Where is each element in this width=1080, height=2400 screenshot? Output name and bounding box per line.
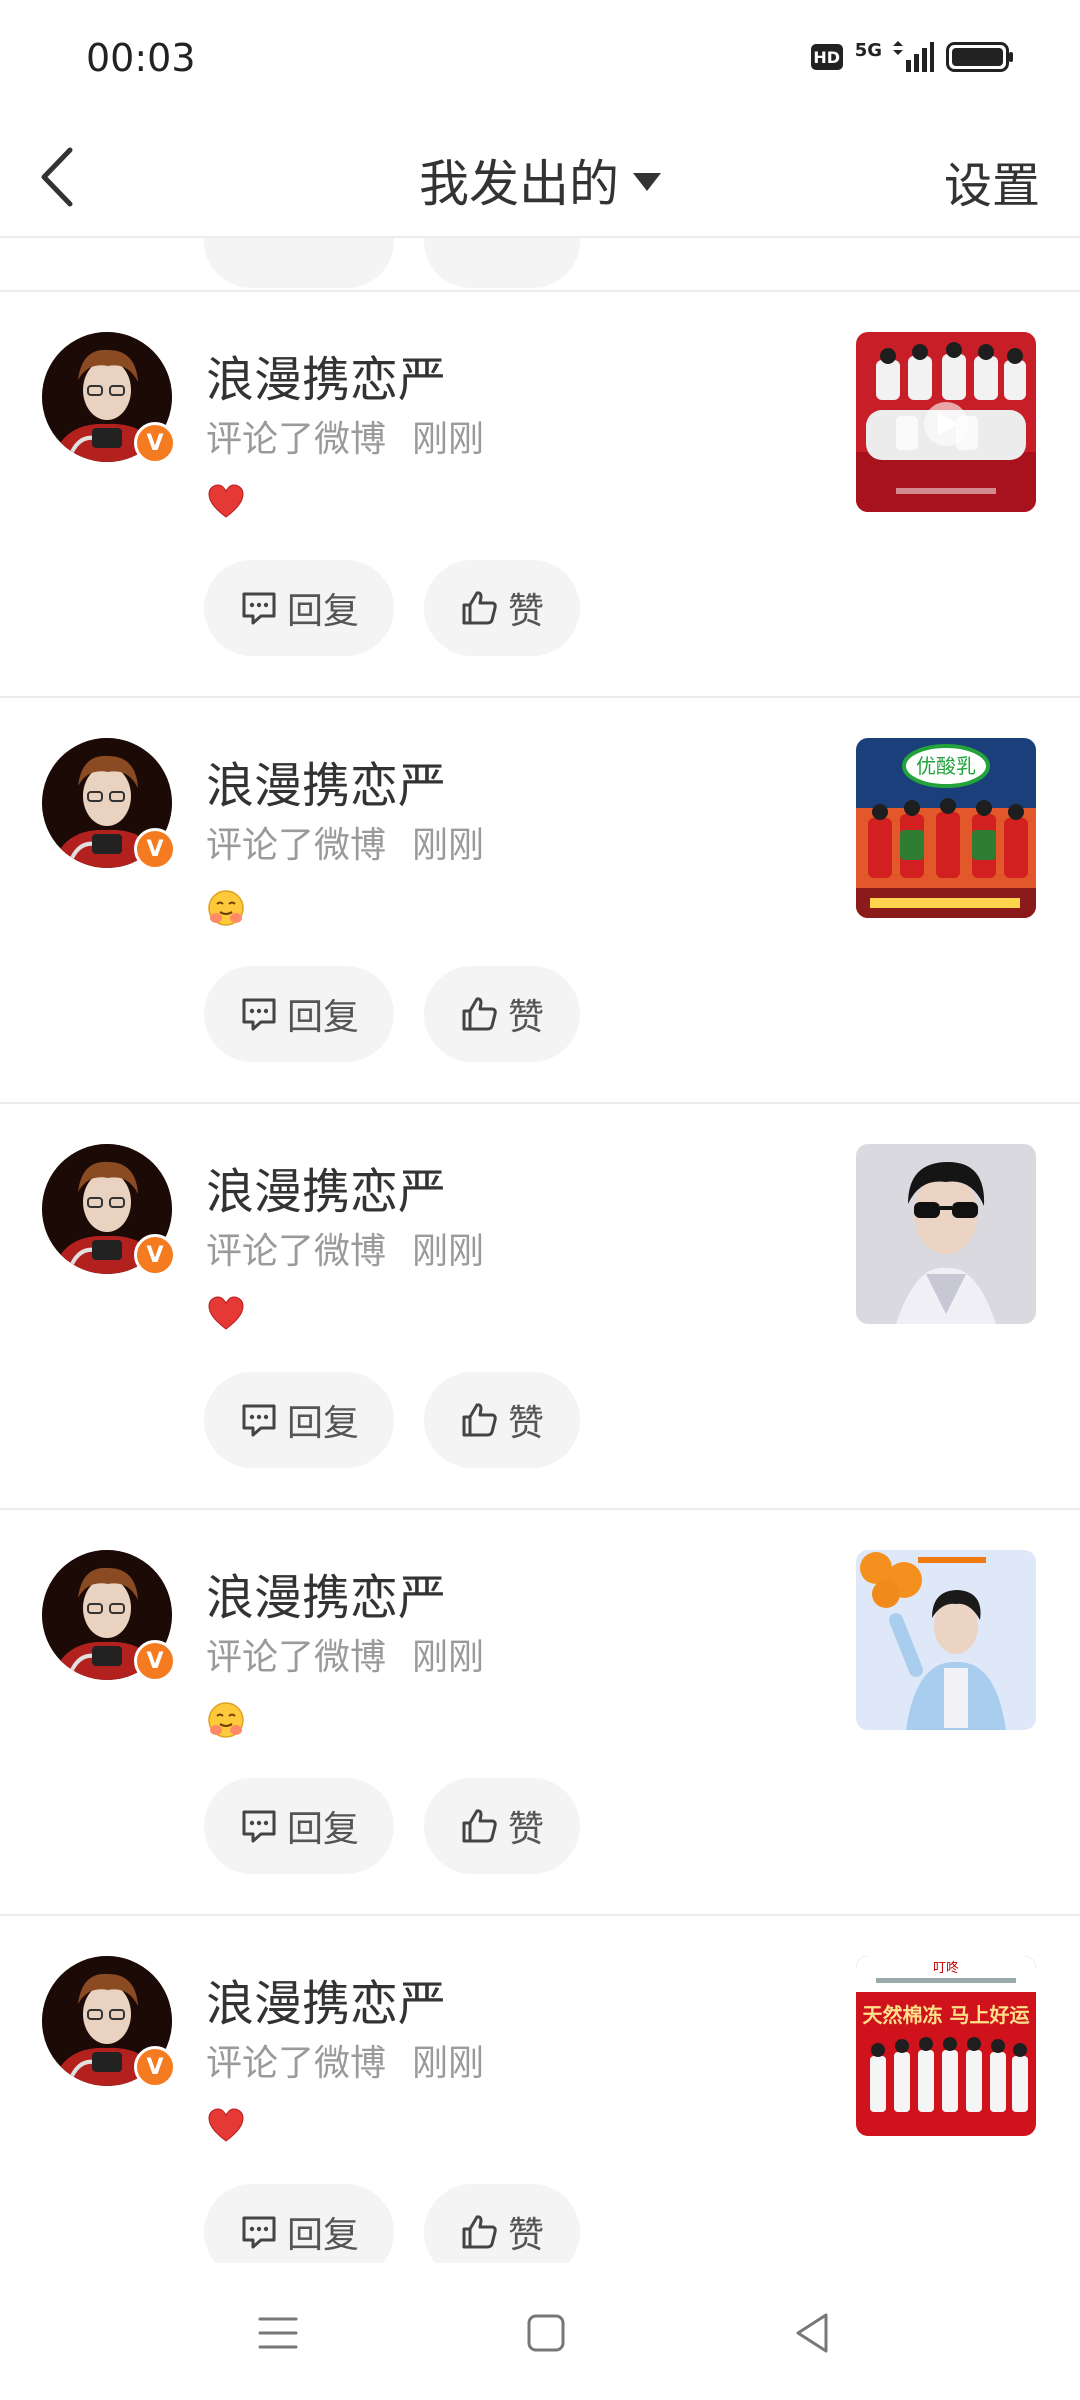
home-icon — [527, 2314, 565, 2352]
comment-bubble-icon — [239, 994, 279, 1034]
reply-label: 回复 — [286, 591, 359, 632]
like-label: 赞 — [507, 2215, 544, 2256]
like-button[interactable]: 赞 — [424, 560, 580, 656]
reply-button[interactable]: 回复 — [204, 2184, 394, 2263]
verified-badge-icon: V — [134, 2046, 176, 2088]
thumbs-up-icon — [460, 588, 500, 628]
list-item[interactable]: V 浪漫携恋严 评论了微博 刚刚 回复 赞 — [0, 1102, 1080, 1508]
username[interactable]: 浪漫携恋严 — [206, 1964, 446, 2034]
heart-icon — [206, 2106, 246, 2146]
item-meta: 评论了微博 刚刚 — [206, 816, 484, 868]
heart-icon — [206, 482, 246, 522]
timestamp: 刚刚 — [412, 825, 485, 866]
reply-button[interactable]: 回复 — [204, 1372, 394, 1468]
timestamp: 刚刚 — [412, 1231, 485, 1272]
settings-button[interactable]: 设置 — [944, 146, 1040, 216]
reply-button[interactable]: 回复 — [204, 560, 394, 656]
timestamp: 刚刚 — [412, 2043, 485, 2084]
action-text: 评论了微博 — [206, 419, 387, 460]
item-meta: 评论了微博 刚刚 — [206, 410, 484, 462]
item-meta: 评论了微博 刚刚 — [206, 1222, 484, 1274]
reply-label: 回复 — [286, 2215, 359, 2256]
list-item[interactable]: V 浪漫携恋严 评论了微博 刚刚 回复 赞 — [0, 1508, 1080, 1914]
system-back-button[interactable] — [784, 2303, 844, 2363]
username[interactable]: 浪漫携恋严 — [206, 1558, 446, 1628]
comment-bubble-icon — [239, 1400, 279, 1440]
status-icons: HD 5G — [810, 40, 1014, 74]
menu-button[interactable] — [248, 2303, 308, 2363]
network-5g-label: 5G — [854, 40, 882, 61]
comment-bubble-icon — [239, 1806, 279, 1846]
hugging-face-icon — [206, 888, 246, 928]
home-button[interactable] — [516, 2303, 576, 2363]
page-title: 我发出的 — [419, 155, 619, 213]
header: 我发出的 设置 — [0, 120, 1080, 238]
menu-icon — [258, 2317, 298, 2349]
list-item[interactable]: V 浪漫携恋严 评论了微博 刚刚 回复 赞 — [0, 1914, 1080, 2263]
like-label: 赞 — [507, 591, 544, 632]
reply-label: 回复 — [286, 1809, 359, 1850]
title-dropdown[interactable]: 我发出的 — [0, 144, 1080, 216]
item-meta: 评论了微博 刚刚 — [206, 1628, 484, 1680]
heart-icon — [206, 1294, 246, 1334]
status-time: 00:03 — [86, 36, 196, 80]
like-button[interactable]: 赞 — [424, 1372, 580, 1468]
post-thumbnail[interactable] — [856, 332, 1036, 512]
like-label: 赞 — [507, 1809, 544, 1850]
hugging-face-icon — [206, 1700, 246, 1740]
verified-badge-icon: V — [134, 1234, 176, 1276]
post-thumbnail[interactable] — [856, 738, 1036, 918]
item-meta: 评论了微博 刚刚 — [206, 2034, 484, 2086]
list-item[interactable]: V 浪漫携恋严 评论了微博 刚刚 回复 赞 — [0, 696, 1080, 1102]
like-label: 赞 — [507, 1403, 544, 1444]
comment-bubble-icon — [239, 588, 279, 628]
action-text: 评论了微博 — [206, 1231, 387, 1272]
reply-button[interactable]: 回复 — [204, 966, 394, 1062]
reply-label: 回复 — [286, 997, 359, 1038]
thumbs-up-icon — [460, 2212, 500, 2252]
verified-badge-icon: V — [134, 828, 176, 870]
username[interactable]: 浪漫携恋严 — [206, 1152, 446, 1222]
notification-list[interactable]: V 浪漫携恋严 评论了微博 刚刚 回复 赞 V 浪漫携恋严 评论了微博 刚刚 回复 … — [0, 238, 1080, 2263]
post-thumbnail[interactable] — [856, 1956, 1036, 2136]
action-text: 评论了微博 — [206, 2043, 387, 2084]
comment-bubble-icon — [239, 2212, 279, 2252]
thumbs-up-icon — [460, 1806, 500, 1846]
action-text: 评论了微博 — [206, 825, 387, 866]
like-button[interactable]: 赞 — [424, 2184, 580, 2263]
post-thumbnail[interactable] — [856, 1144, 1036, 1324]
caret-down-icon — [633, 172, 661, 191]
thumbs-up-icon — [460, 1400, 500, 1440]
verified-badge-icon: V — [134, 1640, 176, 1682]
reply-label: 回复 — [286, 1403, 359, 1444]
like-label: 赞 — [507, 997, 544, 1038]
like-button[interactable]: 赞 — [424, 966, 580, 1062]
username[interactable]: 浪漫携恋严 — [206, 746, 446, 816]
hd-icon: HD — [810, 44, 843, 70]
signal-icon — [893, 41, 934, 72]
username[interactable]: 浪漫携恋严 — [206, 340, 446, 410]
like-button[interactable]: 赞 — [424, 1778, 580, 1874]
battery-icon — [946, 42, 1013, 72]
verified-badge-icon: V — [134, 422, 176, 464]
partial-reply-pill — [204, 238, 394, 288]
action-text: 评论了微博 — [206, 1637, 387, 1678]
back-triangle-icon — [796, 2313, 828, 2353]
reply-button[interactable]: 回复 — [204, 1778, 394, 1874]
system-nav-bar — [0, 2263, 1080, 2400]
post-thumbnail[interactable] — [856, 1550, 1036, 1730]
timestamp: 刚刚 — [412, 1637, 485, 1678]
thumbs-up-icon — [460, 994, 500, 1034]
partial-like-pill — [424, 238, 580, 288]
timestamp: 刚刚 — [412, 419, 485, 460]
status-bar: 00:03 HD 5G — [0, 0, 1080, 120]
list-item[interactable]: V 浪漫携恋严 评论了微博 刚刚 回复 赞 — [0, 290, 1080, 696]
partial-item-bottom — [0, 238, 1080, 292]
